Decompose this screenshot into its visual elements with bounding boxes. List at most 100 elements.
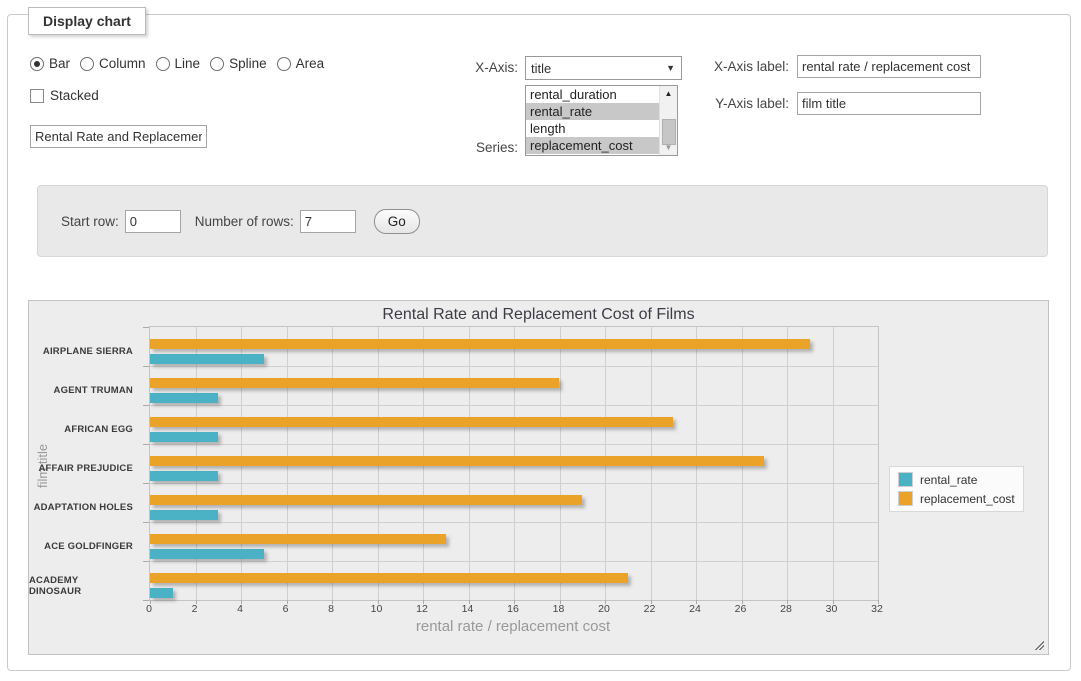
x-tick-label: 30 bbox=[817, 603, 847, 615]
y-tick-mark bbox=[143, 444, 149, 445]
gridline-h bbox=[150, 405, 878, 406]
plot-area bbox=[149, 326, 879, 601]
y-tick-mark bbox=[143, 483, 149, 484]
bar-replacement_cost bbox=[150, 339, 810, 349]
y-tick-mark bbox=[143, 600, 149, 601]
legend-swatch-replacement_cost bbox=[898, 491, 913, 506]
x-tick-label: 18 bbox=[544, 603, 574, 615]
y-tick-mark bbox=[143, 327, 149, 328]
gridline-h bbox=[150, 444, 878, 445]
gridline-v bbox=[787, 327, 788, 600]
chart-type-option-area[interactable]: Area bbox=[277, 56, 325, 71]
stacked-checkbox[interactable] bbox=[30, 89, 44, 103]
bar-rental_rate bbox=[150, 549, 264, 559]
x-axis-label-label: X-Axis label: bbox=[628, 59, 789, 74]
series-option-replacement_cost[interactable]: replacement_cost bbox=[526, 137, 661, 154]
radio-bar[interactable] bbox=[30, 57, 44, 71]
x-axis-label-input[interactable] bbox=[797, 55, 981, 78]
bar-replacement_cost bbox=[150, 495, 582, 505]
bar-rental_rate bbox=[150, 354, 264, 364]
x-tick-label: 0 bbox=[134, 603, 164, 615]
row-controls-panel: Start row: Number of rows: Go bbox=[37, 185, 1048, 257]
go-button[interactable]: Go bbox=[374, 209, 420, 234]
gridline-v bbox=[833, 327, 834, 600]
x-tick-label: 8 bbox=[316, 603, 346, 615]
x-axis-select-value: title bbox=[531, 61, 551, 76]
chart-type-option-spline[interactable]: Spline bbox=[210, 56, 267, 71]
x-tick-label: 6 bbox=[271, 603, 301, 615]
y-tick-mark bbox=[143, 522, 149, 523]
y-axis-label-label: Y-Axis label: bbox=[628, 96, 789, 111]
display-chart-panel: Display chart BarColumnLineSplineArea St… bbox=[7, 14, 1071, 671]
category-label: ADAPTATION HOLES bbox=[29, 488, 133, 527]
category-label: ACADEMY DINOSAUR bbox=[29, 566, 133, 605]
gridline-h bbox=[150, 366, 878, 367]
x-tick-label: 20 bbox=[589, 603, 619, 615]
x-axis-title: rental rate / replacement cost bbox=[149, 618, 877, 635]
chart-type-option-line[interactable]: Line bbox=[156, 56, 201, 71]
y-tick-mark bbox=[143, 561, 149, 562]
category-label: AFRICAN EGG bbox=[29, 410, 133, 449]
radio-line[interactable] bbox=[156, 57, 170, 71]
radio-label[interactable]: Column bbox=[99, 56, 146, 71]
bar-rental_rate bbox=[150, 471, 218, 481]
legend-label: rental_rate bbox=[920, 473, 977, 487]
gridline-h bbox=[150, 483, 878, 484]
resize-handle-icon[interactable] bbox=[1033, 639, 1044, 650]
stacked-row: Stacked bbox=[30, 88, 99, 103]
chart-type-option-bar[interactable]: Bar bbox=[30, 56, 70, 71]
radio-area[interactable] bbox=[277, 57, 291, 71]
bar-rental_rate bbox=[150, 393, 218, 403]
radio-label[interactable]: Area bbox=[296, 56, 325, 71]
chart-title: Rental Rate and Replacement Cost of Film… bbox=[29, 306, 1048, 324]
gridline-h bbox=[150, 561, 878, 562]
x-tick-label: 16 bbox=[498, 603, 528, 615]
radio-label[interactable]: Bar bbox=[49, 56, 70, 71]
legend-swatch-rental_rate bbox=[898, 472, 913, 487]
panel-legend: Display chart bbox=[28, 7, 146, 35]
legend-entry-replacement_cost: replacement_cost bbox=[898, 491, 1015, 506]
x-tick-label: 28 bbox=[771, 603, 801, 615]
start-row-input[interactable] bbox=[125, 210, 181, 233]
bar-replacement_cost bbox=[150, 534, 446, 544]
bar-replacement_cost bbox=[150, 573, 628, 583]
x-axis-tick-labels: 02468101214161820222426283032 bbox=[149, 603, 877, 617]
x-tick-label: 14 bbox=[453, 603, 483, 615]
radio-label[interactable]: Line bbox=[175, 56, 201, 71]
y-axis-label-input[interactable] bbox=[797, 92, 981, 115]
x-tick-label: 32 bbox=[862, 603, 892, 615]
bar-replacement_cost bbox=[150, 378, 559, 388]
category-axis-labels: AIRPLANE SIERRAAGENT TRUMANAFRICAN EGGAF… bbox=[29, 326, 141, 599]
bar-rental_rate bbox=[150, 510, 218, 520]
chart-type-radio-group: Bar Column Line Spline Area bbox=[30, 56, 324, 71]
number-of-rows-label: Number of rows: bbox=[195, 214, 294, 229]
start-row-label: Start row: bbox=[61, 214, 119, 229]
x-tick-label: 22 bbox=[635, 603, 665, 615]
bar-replacement_cost bbox=[150, 417, 673, 427]
bar-replacement_cost bbox=[150, 456, 764, 466]
x-tick-label: 4 bbox=[225, 603, 255, 615]
chart-container: Rental Rate and Replacement Cost of Film… bbox=[28, 300, 1049, 655]
x-tick-label: 12 bbox=[407, 603, 437, 615]
chart-title-input[interactable] bbox=[30, 125, 207, 148]
x-tick-label: 26 bbox=[726, 603, 756, 615]
gridline-h bbox=[150, 522, 878, 523]
radio-label[interactable]: Spline bbox=[229, 56, 267, 71]
radio-column[interactable] bbox=[80, 57, 94, 71]
stacked-label[interactable]: Stacked bbox=[50, 88, 99, 103]
bar-rental_rate bbox=[150, 588, 173, 598]
series-option-length[interactable]: length bbox=[526, 120, 661, 137]
radio-spline[interactable] bbox=[210, 57, 224, 71]
chart-legend: rental_rate replacement_cost bbox=[889, 466, 1024, 512]
chart-type-option-column[interactable]: Column bbox=[80, 56, 146, 71]
category-label: AGENT TRUMAN bbox=[29, 371, 133, 410]
series-select-label: Series: bbox=[388, 140, 518, 155]
legend-label: replacement_cost bbox=[920, 492, 1015, 506]
category-label: AIRPLANE SIERRA bbox=[29, 332, 133, 371]
y-tick-mark bbox=[143, 366, 149, 367]
x-tick-label: 2 bbox=[180, 603, 210, 615]
legend-entry-rental_rate: rental_rate bbox=[898, 472, 1015, 487]
scroll-down-icon[interactable]: ▼ bbox=[660, 140, 677, 155]
number-of-rows-input[interactable] bbox=[300, 210, 356, 233]
category-label: ACE GOLDFINGER bbox=[29, 527, 133, 566]
